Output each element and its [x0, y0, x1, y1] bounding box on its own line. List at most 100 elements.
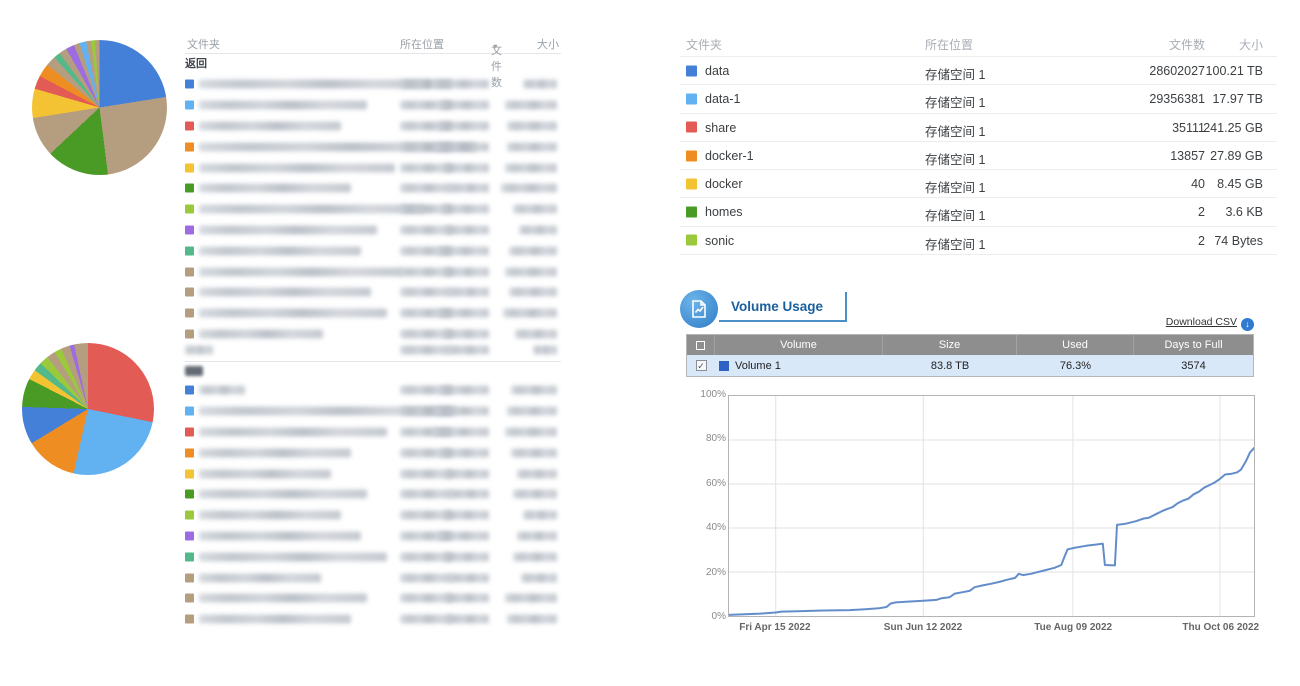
redacted-size: [501, 184, 557, 193]
redacted-location: [400, 490, 452, 499]
table-row-redacted[interactable]: [185, 220, 561, 241]
table-row-redacted[interactable]: [185, 74, 561, 95]
download-arrow-icon[interactable]: ↓: [1241, 318, 1254, 331]
back-link-redacted[interactable]: [185, 362, 561, 380]
redacted-folder-name: [199, 184, 351, 193]
redacted-back-label: [185, 366, 203, 376]
folder-color-swatch: [185, 448, 194, 457]
table-row-redacted[interactable]: [185, 463, 561, 484]
column-header-used[interactable]: Used: [1017, 335, 1134, 355]
folder-filecount: 28602027: [1149, 64, 1205, 78]
redacted-filecount: [445, 469, 489, 478]
redacted-filecount: [449, 573, 489, 582]
table-row-redacted[interactable]: [185, 178, 561, 199]
column-header-folder[interactable]: 文件夹: [686, 36, 722, 53]
table-row-redacted[interactable]: [185, 546, 561, 567]
select-all-checkbox[interactable]: [696, 341, 705, 350]
redacted-size: [505, 101, 557, 110]
table-row-redacted[interactable]: [185, 136, 561, 157]
checkbox-checked-icon[interactable]: ✓: [696, 360, 707, 371]
sort-descending-icon: ▾: [493, 42, 497, 51]
redacted-folder-name: [199, 469, 331, 478]
table-row-redacted[interactable]: [185, 401, 561, 422]
column-header-location[interactable]: 所在位置: [925, 36, 973, 53]
column-header-days-to-full[interactable]: Days to Full: [1134, 335, 1253, 355]
redacted-filecount: [443, 267, 489, 276]
column-header-filecount[interactable]: 文件数: [1169, 36, 1205, 53]
download-csv-row: Download CSV ↓: [686, 316, 1254, 331]
table-row-redacted[interactable]: [185, 526, 561, 547]
shared-folder-row[interactable]: docker存储空间 1408.45 GB: [680, 169, 1277, 197]
folder-color-swatch: [185, 163, 194, 172]
table-row-redacted[interactable]: [185, 567, 561, 588]
chart-plot-area: [728, 395, 1255, 617]
folder-color-swatch: [185, 142, 194, 151]
table-row-redacted[interactable]: [185, 588, 561, 609]
redacted-filecount: [435, 142, 489, 151]
shared-folder-table-rows: data存储空间 128602027100.21 TBdata-1存储空间 12…: [680, 56, 1277, 255]
shared-folder-row[interactable]: docker-1存储空间 11385727.89 GB: [680, 141, 1277, 169]
redacted-column-header: [447, 346, 489, 355]
volume-row[interactable]: ✓ Volume 1 83.8 TB 76.3% 3574: [687, 355, 1253, 376]
column-header-size[interactable]: 大小: [1239, 36, 1263, 53]
folder-color-swatch: [185, 121, 194, 130]
table-row-redacted[interactable]: [185, 442, 561, 463]
redacted-size: [507, 615, 557, 624]
column-header-location[interactable]: 所在位置: [400, 36, 444, 52]
redacted-size: [505, 267, 557, 276]
table-row-redacted[interactable]: [185, 95, 561, 116]
table-row-redacted[interactable]: [185, 505, 561, 526]
table-row-redacted[interactable]: [185, 422, 561, 443]
folder-color-swatch: [185, 101, 194, 110]
shared-folder-row[interactable]: data-1存储空间 12935638117.97 TB: [680, 84, 1277, 112]
table-row-redacted[interactable]: [185, 303, 561, 324]
table-row-redacted[interactable]: [185, 380, 561, 401]
shared-folder-row[interactable]: share存储空间 135111241.25 GB: [680, 113, 1277, 141]
table-row-redacted[interactable]: [185, 157, 561, 178]
redacted-folder-name: [199, 594, 367, 603]
redacted-folder-name: [199, 121, 341, 130]
redacted-folder-name: [199, 448, 351, 457]
folder-color-swatch: [185, 267, 194, 276]
column-header-volume-size[interactable]: Size: [883, 335, 1017, 355]
usage-line-series: [729, 396, 1254, 616]
redacted-location: [400, 288, 452, 297]
table-row-redacted[interactable]: [185, 116, 561, 137]
folder-size: 17.97 TB: [1212, 92, 1263, 106]
back-link[interactable]: 返回: [185, 54, 561, 74]
redacted-filecount: [435, 407, 489, 416]
volume-usage-table: Volume Size Used Days to Full ✓ Volume 1…: [686, 334, 1254, 377]
column-header-folder[interactable]: 文件夹: [187, 36, 220, 52]
volume-color-swatch: [719, 361, 729, 371]
column-header-size[interactable]: 大小: [537, 36, 559, 52]
redacted-folder-name: [199, 427, 387, 436]
shared-folder-row[interactable]: homes存储空间 123.6 KB: [680, 197, 1277, 225]
column-header-volume[interactable]: Volume: [715, 335, 883, 355]
redacted-filecount: [441, 205, 489, 214]
table-row-redacted[interactable]: [185, 240, 561, 261]
table-row-redacted[interactable]: [185, 282, 561, 303]
folder-size: 100.21 TB: [1206, 64, 1263, 78]
redacted-filecount: [443, 511, 489, 520]
shared-folder-row[interactable]: data存储空间 128602027100.21 TB: [680, 56, 1277, 84]
redacted-location: [400, 573, 452, 582]
table-row-redacted[interactable]: [185, 261, 561, 282]
folder-color-swatch: [185, 309, 194, 318]
x-axis-tick-label: Fri Apr 15 2022: [739, 622, 810, 633]
redacted-filecount: [449, 184, 489, 193]
redacted-size: [509, 288, 557, 297]
download-csv-link[interactable]: Download CSV: [1166, 316, 1237, 328]
redacted-column-header: [185, 346, 213, 355]
folder-color-swatch: [686, 178, 697, 189]
folder-color-swatch: [686, 122, 697, 133]
table-row-redacted[interactable]: [185, 609, 561, 630]
y-axis-tick-label: 100%: [688, 389, 726, 400]
table-row-redacted[interactable]: [185, 199, 561, 220]
folder-size: 8.45 GB: [1217, 177, 1263, 191]
folder-color-swatch: [185, 573, 194, 582]
redacted-filecount: [439, 448, 489, 457]
y-axis-tick-label: 80%: [688, 433, 726, 444]
shared-folder-row[interactable]: sonic存储空间 1274 Bytes: [680, 226, 1277, 254]
table-row-redacted[interactable]: [185, 484, 561, 505]
folder-color-swatch: [185, 427, 194, 436]
